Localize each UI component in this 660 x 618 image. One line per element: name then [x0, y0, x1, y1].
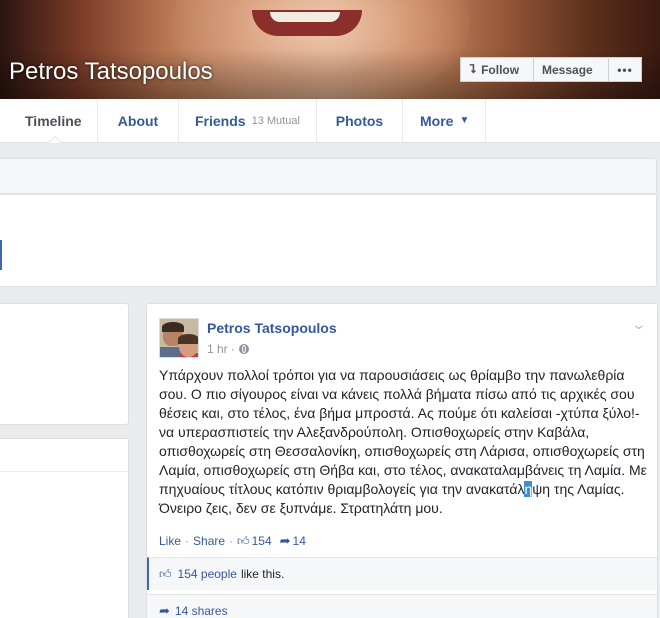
shares-summary[interactable]: ➦ 14 shares [147, 594, 657, 618]
post-card: Petros Tatsopoulos 1 hr · ⌄ Υπάρχουν πολ… [146, 303, 658, 618]
avatar-hair-2 [178, 334, 198, 344]
caret-down-icon: ▼ [459, 115, 470, 126]
left-column-card-2 [0, 438, 129, 618]
tab-timeline[interactable]: Timeline [0, 99, 98, 143]
profile-nav: Timeline About Friends 13 Mutual Photos … [0, 99, 660, 143]
shares-count[interactable]: 14 [293, 534, 306, 548]
composer-header [0, 158, 657, 194]
rss-icon: ⮧ [469, 62, 477, 76]
tab-about[interactable]: About [98, 99, 179, 142]
mutual-friends-count: 13 Mutual [251, 114, 300, 127]
shares-summary-text: 14 shares [174, 604, 228, 618]
action-separator: · [185, 534, 190, 548]
post-time[interactable]: 1 hr [207, 342, 228, 356]
likes-count[interactable]: 154 [252, 534, 272, 548]
cover-photo[interactable]: Petros Tatsopoulos ⮧ Follow Message ••• [0, 0, 660, 99]
cover-actions: ⮧ Follow Message ••• [460, 57, 642, 82]
tab-friends[interactable]: Friends 13 Mutual [179, 99, 317, 142]
share-arrow-icon: ➦ [279, 533, 291, 548]
profile-name[interactable]: Petros Tatsopoulos [9, 58, 213, 86]
action-separator-2: · [229, 534, 234, 548]
composer-accent [0, 240, 2, 270]
meta-separator: · [230, 342, 235, 356]
left-column-card [0, 303, 129, 425]
post-actions: Like · Share · 👍︎ 154 ➦ 14 [159, 533, 306, 549]
likes-summary: 👍︎ 154 people like this. [147, 557, 657, 590]
composer-body[interactable] [0, 194, 657, 287]
share-link[interactable]: Share [193, 534, 225, 548]
follow-button[interactable]: ⮧ Follow [460, 57, 534, 82]
post-meta: 1 hr · [207, 342, 249, 356]
tab-photos[interactable]: Photos [317, 99, 403, 142]
follow-label: Follow [481, 62, 520, 77]
message-button[interactable]: Message [534, 57, 609, 82]
thumbs-up-icon: 👍︎ [237, 533, 250, 548]
post-text-part1: Υπάρχουν πολλοί τρόποι για να παρουσιάσε… [159, 367, 647, 497]
avatar-hair [162, 322, 184, 332]
share-arrow-icon: ➦ [159, 603, 170, 618]
active-tab-caret [48, 136, 62, 143]
globe-icon [238, 344, 249, 354]
left-card-header [0, 439, 128, 472]
cover-teeth [270, 12, 340, 22]
avatar[interactable] [159, 318, 199, 358]
post-author[interactable]: Petros Tatsopoulos [207, 320, 337, 336]
tab-more-label: More [420, 112, 454, 129]
likes-summary-text: like this. [240, 567, 285, 581]
post-text: Υπάρχουν πολλοί τρόποι για να παρουσιάσε… [159, 366, 649, 518]
likes-people-link[interactable]: 154 people [178, 567, 237, 581]
thumbs-up-icon: 👍︎ [159, 566, 172, 581]
more-options-button[interactable]: ••• [609, 57, 642, 82]
tab-more[interactable]: More ▼ [403, 99, 486, 142]
chevron-down-icon[interactable]: ⌄ [631, 316, 647, 333]
tab-friends-label: Friends [195, 112, 246, 129]
like-link[interactable]: Like [159, 534, 181, 548]
tab-timeline-label: Timeline [25, 112, 82, 129]
